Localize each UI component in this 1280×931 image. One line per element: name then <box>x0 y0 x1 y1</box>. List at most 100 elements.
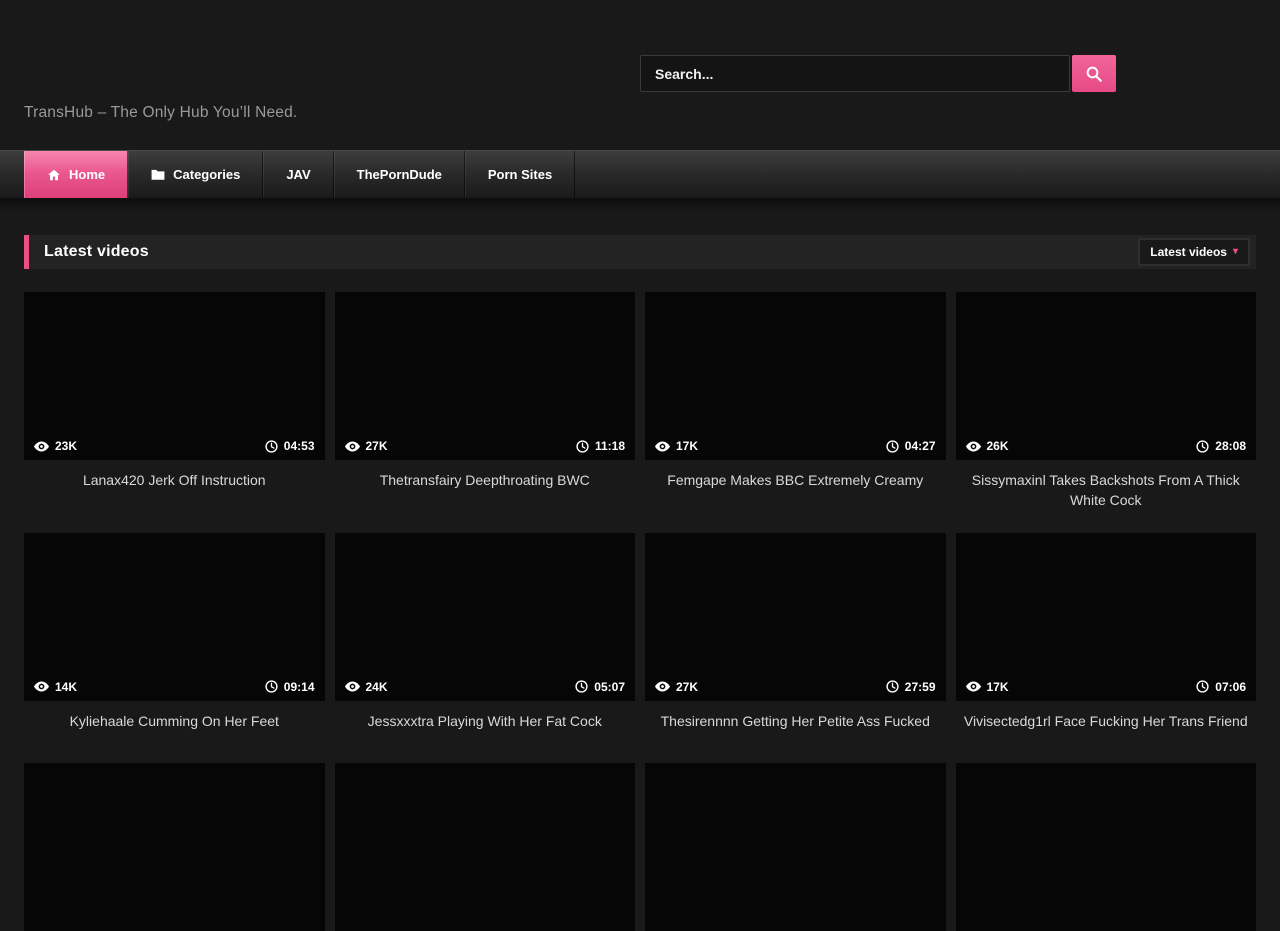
site-tagline: TransHub – The Only Hub You’ll Need. <box>24 104 297 122</box>
video-meta: 27K 11:18 <box>335 432 636 460</box>
eye-icon <box>655 681 670 692</box>
view-count: 26K <box>987 439 1009 453</box>
nav-item-label: Home <box>69 167 105 182</box>
video-card[interactable]: 17K 07:06 Vivisectedg1rl Face Fucking Her … <box>956 533 1257 741</box>
video-duration: 27:59 <box>905 680 936 694</box>
clock-icon <box>265 680 278 693</box>
video-thumbnail[interactable]: 27K 27:59 <box>645 533 946 701</box>
search-bar <box>640 55 1116 92</box>
folder-icon <box>151 168 165 181</box>
search-input[interactable] <box>640 55 1070 92</box>
section-title: Latest videos <box>44 243 149 261</box>
eye-icon <box>345 441 360 452</box>
main-content: Latest videos Latest videos ▾ 23K 04:53 La… <box>0 235 1280 931</box>
clock-icon <box>576 440 589 453</box>
video-title[interactable]: Sissymaxinl Takes Backshots From A Thick… <box>956 460 1257 511</box>
video-meta: 17K 04:27 <box>645 432 946 460</box>
site-header: TransHub – The Only Hub You’ll Need. <box>0 0 1280 150</box>
video-duration: 11:18 <box>595 439 625 453</box>
video-thumbnail[interactable]: 26K 28:08 <box>956 292 1257 460</box>
nav-item-label: JAV <box>286 167 310 182</box>
video-meta: 23K 04:53 <box>24 432 325 460</box>
video-meta: 14K 09:14 <box>24 673 325 701</box>
video-card-partial[interactable] <box>24 763 325 931</box>
sort-dropdown-button[interactable]: Latest videos ▾ <box>1138 238 1250 266</box>
nav-item-porn-sites[interactable]: Porn Sites <box>465 151 575 198</box>
video-meta: 27K 27:59 <box>645 673 946 701</box>
video-card[interactable]: 27K 11:18 Thetransfairy Deepthroating BWC <box>335 292 636 511</box>
view-count: 17K <box>987 680 1009 694</box>
video-card[interactable]: 26K 28:08 Sissymaxinl Takes Backshots From… <box>956 292 1257 511</box>
video-card[interactable]: 27K 27:59 Thesirennnn Getting Her Petite A… <box>645 533 946 741</box>
section-accent-bar <box>24 235 29 269</box>
eye-icon <box>966 441 981 452</box>
clock-icon <box>575 680 588 693</box>
video-card-partial[interactable] <box>956 763 1257 931</box>
clock-icon <box>1196 440 1209 453</box>
nav-item-label: Categories <box>173 167 240 182</box>
nav-item-theporndude[interactable]: ThePornDude <box>334 151 465 198</box>
video-title[interactable]: Thetransfairy Deepthroating BWC <box>335 460 636 500</box>
video-thumbnail[interactable]: 14K 09:14 <box>24 533 325 701</box>
nav-item-jav[interactable]: JAV <box>263 151 333 198</box>
video-duration: 09:14 <box>284 680 315 694</box>
video-card[interactable]: 24K 05:07 Jessxxxtra Playing With Her Fat … <box>335 533 636 741</box>
view-count: 24K <box>366 680 388 694</box>
video-thumbnail[interactable] <box>956 763 1257 931</box>
main-nav: Home Categories JAV ThePornDude Porn Sites <box>0 150 1280 198</box>
nav-item-label: ThePornDude <box>357 167 442 182</box>
eye-icon <box>966 681 981 692</box>
video-duration: 07:06 <box>1215 680 1246 694</box>
video-thumbnail[interactable]: 17K 04:27 <box>645 292 946 460</box>
video-title[interactable]: Thesirennnn Getting Her Petite Ass Fucke… <box>645 701 946 741</box>
home-icon <box>47 168 61 182</box>
caret-down-icon: ▾ <box>1233 247 1238 257</box>
video-duration: 28:08 <box>1215 439 1246 453</box>
search-button[interactable] <box>1072 55 1116 92</box>
clock-icon <box>265 440 278 453</box>
video-card[interactable]: 14K 09:14 Kyliehaale Cumming On Her Feet <box>24 533 325 741</box>
video-thumbnail[interactable]: 24K 05:07 <box>335 533 636 701</box>
video-duration: 05:07 <box>594 680 625 694</box>
video-meta: 24K 05:07 <box>335 673 636 701</box>
search-icon <box>1085 65 1103 83</box>
section-header: Latest videos Latest videos ▾ <box>24 235 1256 269</box>
nav-item-home[interactable]: Home <box>24 151 128 198</box>
view-count: 23K <box>55 439 77 453</box>
video-title[interactable]: Lanax420 Jerk Off Instruction <box>24 460 325 500</box>
eye-icon <box>655 441 670 452</box>
nav-item-categories[interactable]: Categories <box>128 151 263 198</box>
eye-icon <box>34 441 49 452</box>
view-count: 14K <box>55 680 77 694</box>
video-thumbnail[interactable] <box>24 763 325 931</box>
video-grid: 23K04:53Lanax420 Jerk Off Instruction27K… <box>24 292 1256 931</box>
video-card[interactable]: 23K 04:53 Lanax420 Jerk Off Instruction <box>24 292 325 511</box>
video-meta: 26K 28:08 <box>956 432 1257 460</box>
video-card-partial[interactable] <box>335 763 636 931</box>
view-count: 27K <box>676 680 698 694</box>
video-card[interactable]: 17K 04:27 Femgape Makes BBC Extremely Crea… <box>645 292 946 511</box>
video-thumbnail[interactable] <box>645 763 946 931</box>
video-thumbnail[interactable] <box>335 763 636 931</box>
view-count: 17K <box>676 439 698 453</box>
video-thumbnail[interactable]: 23K 04:53 <box>24 292 325 460</box>
video-title[interactable]: Femgape Makes BBC Extremely Creamy <box>645 460 946 500</box>
video-title[interactable]: Kyliehaale Cumming On Her Feet <box>24 701 325 741</box>
eye-icon <box>345 681 360 692</box>
sort-dropdown-label: Latest videos <box>1150 245 1227 259</box>
video-thumbnail[interactable]: 27K 11:18 <box>335 292 636 460</box>
video-duration: 04:27 <box>905 439 936 453</box>
nav-shadow <box>0 198 1280 212</box>
video-meta: 17K 07:06 <box>956 673 1257 701</box>
video-thumbnail[interactable]: 17K 07:06 <box>956 533 1257 701</box>
nav-item-label: Porn Sites <box>488 167 552 182</box>
clock-icon <box>886 680 899 693</box>
video-duration: 04:53 <box>284 439 315 453</box>
view-count: 27K <box>366 439 388 453</box>
clock-icon <box>886 440 899 453</box>
video-title[interactable]: Jessxxxtra Playing With Her Fat Cock <box>335 701 636 741</box>
video-card-partial[interactable] <box>645 763 946 931</box>
clock-icon <box>1196 680 1209 693</box>
video-title[interactable]: Vivisectedg1rl Face Fucking Her Trans Fr… <box>956 701 1257 741</box>
eye-icon <box>34 681 49 692</box>
